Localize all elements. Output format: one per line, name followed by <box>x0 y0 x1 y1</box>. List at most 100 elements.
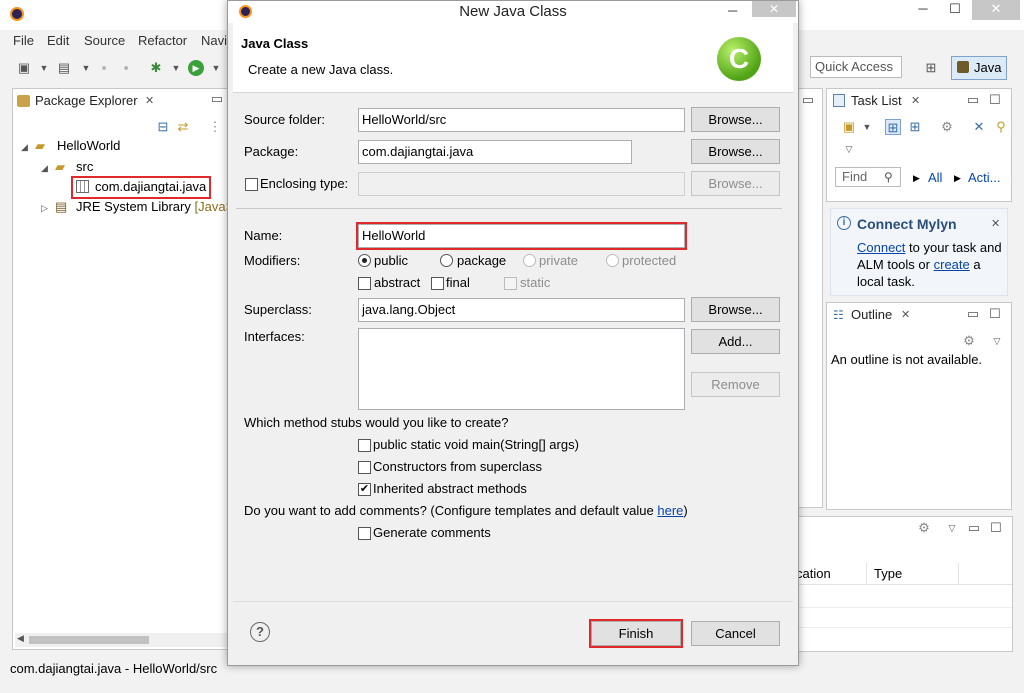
modifier-final-checkbox[interactable] <box>431 277 444 290</box>
new-package-icon[interactable]: ▤ <box>56 60 72 76</box>
stub-inherited-checkbox[interactable]: ✔ <box>358 483 371 496</box>
quick-access-field[interactable]: Quick Access <box>810 56 902 78</box>
close-button[interactable]: ✕ <box>972 0 1020 20</box>
menu-refactor[interactable]: Refactor <box>138 33 187 48</box>
stub-constructors-checkbox[interactable] <box>358 461 371 474</box>
browse-package-button[interactable]: Browse... <box>691 139 780 164</box>
col-location-header[interactable]: cation <box>796 565 831 583</box>
modifier-package-radio[interactable] <box>440 254 453 267</box>
outline-tab[interactable]: ☷ Outline ✕ <box>827 303 919 327</box>
collapse-tasks-icon[interactable]: ✕ <box>971 119 987 135</box>
focus-task-icon[interactable]: ⚲ <box>993 119 1009 135</box>
mylyn-connect-link[interactable]: Connect <box>857 240 905 255</box>
java-class-logo-icon: C <box>717 37 761 81</box>
close-mylyn-icon[interactable]: ✕ <box>991 215 1000 233</box>
horizontal-scrollbar[interactable]: ◀ <box>15 633 227 647</box>
tree-item-jre[interactable]: JRE System Library [JavaS <box>76 198 234 216</box>
modifier-static-checkbox[interactable] <box>504 277 517 290</box>
stub-main-checkbox[interactable] <box>358 439 371 452</box>
cancel-button[interactable]: Cancel <box>691 621 780 646</box>
expand-project-icon[interactable]: ◢ <box>21 138 28 156</box>
minimize-bottom-icon[interactable]: ▭ <box>966 520 982 536</box>
scheduled-icon[interactable]: ⊞ <box>907 119 923 135</box>
modifier-protected-radio[interactable] <box>606 254 619 267</box>
dialog-minimize-button[interactable]: ─ <box>728 1 742 21</box>
bottom-menu-icon[interactable]: ▽ <box>944 520 960 536</box>
generate-comments-checkbox[interactable] <box>358 527 371 540</box>
browse-superclass-button[interactable]: Browse... <box>691 297 780 322</box>
menu-file[interactable]: File <box>13 33 34 48</box>
run-dropdown-icon[interactable]: ▼ <box>208 60 224 76</box>
browse-enclosing-button[interactable]: Browse... <box>691 171 780 196</box>
maximize-button[interactable]: ☐ <box>940 0 970 20</box>
package-explorer-tab[interactable]: Package Explorer ✕ <box>13 89 173 113</box>
java-perspective-button[interactable]: Java <box>951 56 1007 80</box>
maximize-task-list-icon[interactable]: ☐ <box>987 92 1003 108</box>
categorized-icon[interactable]: ⊞ <box>885 119 901 135</box>
add-interface-button[interactable]: Add... <box>691 329 780 354</box>
modifier-abstract-checkbox[interactable] <box>358 277 371 290</box>
collapse-all-icon[interactable]: ⊟ <box>155 119 171 135</box>
save-all-icon[interactable]: ▪ <box>118 60 134 76</box>
menu-edit[interactable]: Edit <box>47 33 69 48</box>
menu-navigate[interactable]: Navi <box>201 33 227 48</box>
browse-source-folder-button[interactable]: Browse... <box>691 107 780 132</box>
close-tab-icon[interactable]: ✕ <box>145 89 154 113</box>
class-name-input[interactable]: HelloWorld <box>356 222 687 250</box>
finish-button[interactable]: Finish <box>589 619 683 648</box>
dialog-close-button[interactable]: ✕ <box>752 1 796 17</box>
save-icon[interactable]: ▪ <box>96 60 112 76</box>
modifier-private-radio[interactable] <box>523 254 536 267</box>
new-icon[interactable]: ▣ <box>16 60 32 76</box>
debug-icon[interactable]: ✱ <box>148 60 164 76</box>
new-task-dropdown-icon[interactable]: ▼ <box>859 119 875 135</box>
open-dropdown-icon[interactable]: ▼ <box>78 60 94 76</box>
minimize-outline-icon[interactable]: ▭ <box>965 306 981 322</box>
run-icon[interactable]: ▶ <box>188 60 204 76</box>
scroll-thumb[interactable] <box>29 636 149 644</box>
mylyn-create-link[interactable]: create <box>934 257 970 272</box>
expand-jre-icon[interactable]: ▷ <box>41 199 48 217</box>
enclosing-type-input[interactable] <box>358 172 685 196</box>
task-find-field[interactable]: Find ⚲ <box>835 167 901 187</box>
tree-item-helloworld[interactable]: HelloWorld <box>57 137 120 155</box>
new-task-icon[interactable]: ▣ <box>841 119 857 135</box>
debug-dropdown-icon[interactable]: ▼ <box>168 60 184 76</box>
view-menu-icon[interactable]: ⋮ <box>207 119 223 135</box>
close-task-list-icon[interactable]: ✕ <box>911 89 920 113</box>
expand-src-icon[interactable]: ◢ <box>41 159 48 177</box>
open-perspective-icon[interactable]: ⊞ <box>923 60 939 76</box>
outline-settings-icon[interactable]: ⚙ <box>961 333 977 349</box>
col-type-header[interactable]: Type <box>874 565 902 583</box>
minimize-task-list-icon[interactable]: ▭ <box>965 92 981 108</box>
tree-item-package[interactable]: com.dajiangtai.java <box>71 176 211 199</box>
new-dropdown-icon[interactable]: ▼ <box>36 60 52 76</box>
scroll-left-icon[interactable]: ◀ <box>17 633 24 644</box>
outline-menu-icon[interactable]: ▽ <box>989 333 1005 349</box>
menu-source[interactable]: Source <box>84 33 125 48</box>
configure-templates-link[interactable]: here <box>657 503 683 518</box>
source-folder-input[interactable]: HelloWorld/src <box>358 108 685 132</box>
remove-interface-button[interactable]: Remove <box>691 372 780 397</box>
enclosing-type-checkbox[interactable] <box>245 178 258 191</box>
task-list-tab[interactable]: Task List ✕ <box>827 89 927 113</box>
interfaces-list[interactable] <box>358 328 685 410</box>
minimize-view-icon[interactable]: ▭ <box>209 91 225 107</box>
maximize-bottom-icon[interactable]: ☐ <box>988 520 1004 536</box>
task-filter-activate[interactable]: Acti... <box>968 169 1001 187</box>
task-filter-all[interactable]: All <box>928 169 942 187</box>
task-view-menu-icon[interactable]: ▽ <box>841 141 857 157</box>
hide-completed-icon[interactable]: ⚙ <box>939 119 955 135</box>
maximize-outline-icon[interactable]: ☐ <box>987 306 1003 322</box>
tree-item-src[interactable]: src <box>76 158 93 176</box>
maximize-editor-icon[interactable]: ▭ <box>800 92 816 108</box>
superclass-input[interactable]: java.lang.Object <box>358 298 685 322</box>
modifier-public-radio[interactable] <box>358 254 371 267</box>
link-editor-icon[interactable]: ⇄ <box>175 119 191 135</box>
help-button[interactable]: ? <box>250 622 270 642</box>
minimize-button[interactable]: ─ <box>908 0 938 20</box>
bottom-settings-icon[interactable]: ⚙ <box>916 520 932 536</box>
footer-separator <box>233 601 793 602</box>
close-outline-icon[interactable]: ✕ <box>901 303 910 327</box>
package-input[interactable]: com.dajiangtai.java <box>358 140 632 164</box>
